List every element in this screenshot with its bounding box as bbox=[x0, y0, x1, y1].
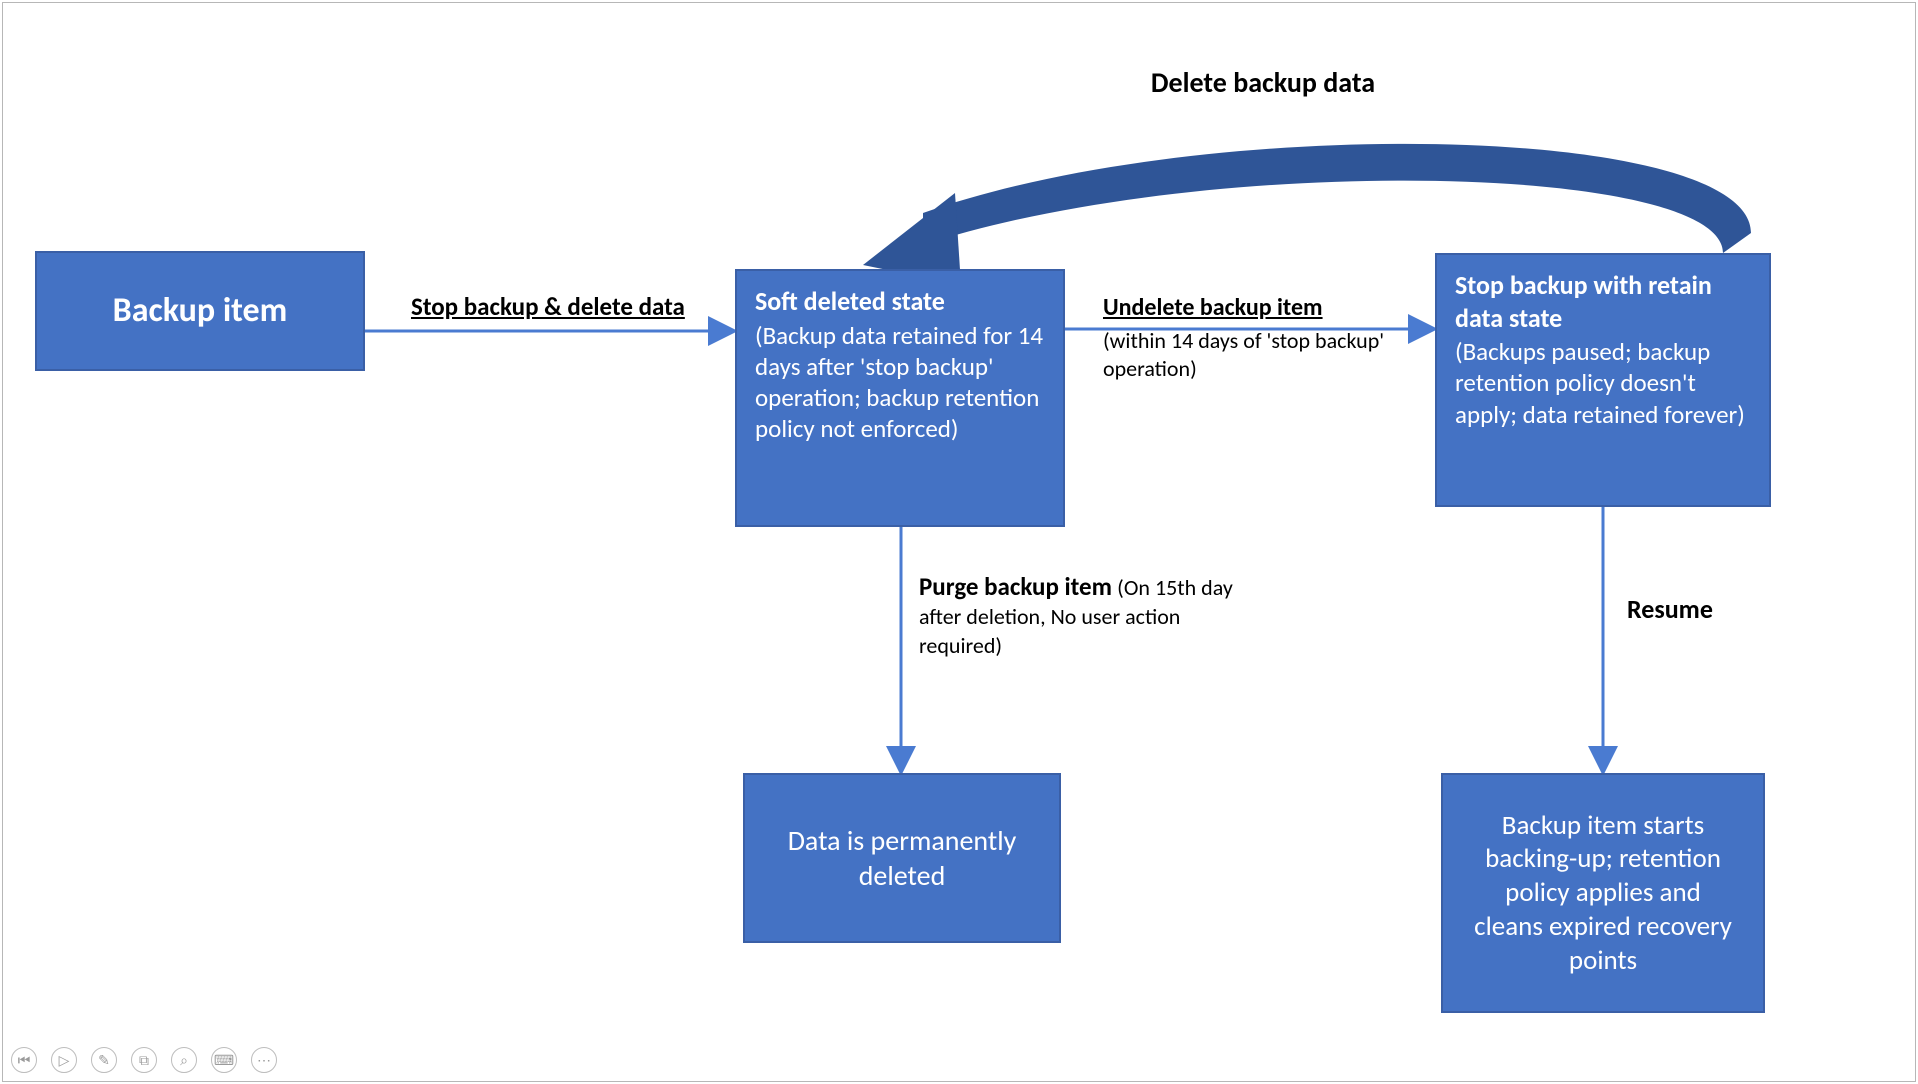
node-backup-item: Backup item bbox=[35, 251, 365, 371]
toolbar-copy-button[interactable]: ⧉ bbox=[131, 1047, 157, 1073]
edge-delete-back-bold: Delete backup data bbox=[1151, 65, 1375, 100]
edge-delete-back-label: Delete backup data bbox=[1063, 65, 1463, 100]
edge-resume-label: Resume bbox=[1627, 593, 1787, 626]
play-icon: ▷ bbox=[59, 1052, 70, 1069]
presenter-toolbar: ⏮ ▷ ✎ ⧉ ⌕ ⌨ ⋯ bbox=[11, 1047, 277, 1073]
node-soft-deleted-title: Soft deleted state bbox=[755, 285, 1045, 318]
copy-icon: ⧉ bbox=[139, 1052, 149, 1069]
node-soft-deleted-sub: (Backup data retained for 14 days after … bbox=[755, 320, 1045, 445]
diagram-canvas: Backup item Soft deleted state (Backup d… bbox=[2, 2, 1916, 1082]
pen-icon: ✎ bbox=[98, 1052, 110, 1069]
node-perm-deleted-text: Data is permanently deleted bbox=[763, 823, 1041, 893]
edge-purge-bold: Purge backup item bbox=[919, 571, 1112, 602]
edge-purge-label: Purge backup item (On 15th day after del… bbox=[919, 571, 1259, 660]
node-retain-data: Stop backup with retain data state (Back… bbox=[1435, 253, 1771, 507]
zoom-icon: ⌕ bbox=[180, 1052, 188, 1069]
toolbar-zoom-button[interactable]: ⌕ bbox=[171, 1047, 197, 1073]
toolbar-first-button[interactable]: ⏮ bbox=[11, 1047, 37, 1073]
node-soft-deleted: Soft deleted state (Backup data retained… bbox=[735, 269, 1065, 527]
toolbar-more-button[interactable]: ⋯ bbox=[251, 1047, 277, 1073]
node-resume-result-text: Backup item starts backing-up; retention… bbox=[1469, 809, 1737, 978]
node-retain-data-sub: (Backups paused; backup retention policy… bbox=[1455, 336, 1751, 430]
node-retain-data-title: Stop backup with retain data state bbox=[1455, 269, 1751, 334]
node-perm-deleted: Data is permanently deleted bbox=[743, 773, 1061, 943]
edge-undelete-bold: Undelete backup item bbox=[1103, 293, 1413, 323]
first-icon: ⏮ bbox=[18, 1052, 31, 1069]
edge-resume-bold: Resume bbox=[1627, 593, 1713, 625]
more-icon: ⋯ bbox=[257, 1052, 271, 1069]
keyboard-icon: ⌨ bbox=[214, 1052, 234, 1069]
edge-undelete-sub: (within 14 days of 'stop backup' operati… bbox=[1103, 327, 1413, 382]
edge-stop-delete-bold: Stop backup & delete data bbox=[411, 291, 685, 322]
toolbar-play-button[interactable]: ▷ bbox=[51, 1047, 77, 1073]
edge-stop-delete-label: Stop backup & delete data bbox=[411, 291, 707, 322]
edge-undelete-label: Undelete backup item (within 14 days of … bbox=[1103, 293, 1413, 382]
node-backup-item-title: Backup item bbox=[113, 290, 288, 333]
toolbar-keyboard-button[interactable]: ⌨ bbox=[211, 1047, 237, 1073]
node-resume-result: Backup item starts backing-up; retention… bbox=[1441, 773, 1765, 1013]
toolbar-pen-button[interactable]: ✎ bbox=[91, 1047, 117, 1073]
